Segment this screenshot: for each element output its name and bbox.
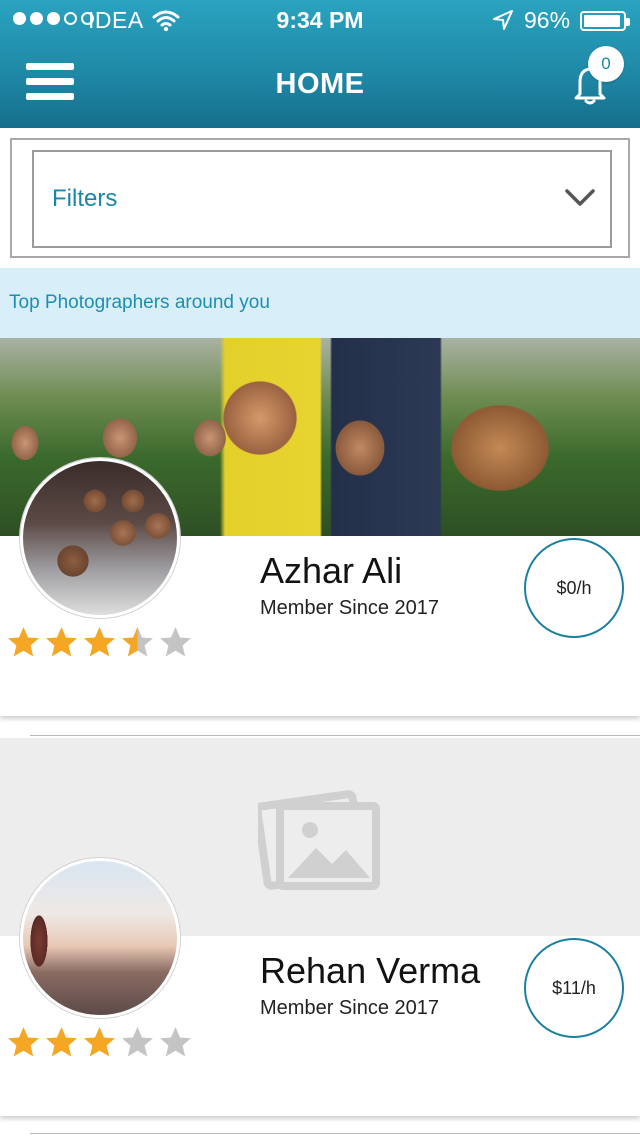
star-icon (8, 627, 39, 657)
filters-dropdown[interactable]: Filters (32, 150, 612, 248)
filters-label: Filters (52, 185, 118, 212)
status-bar: IDEA 9:34 PM 96% (0, 0, 640, 40)
star-icon (46, 627, 77, 657)
battery-level (584, 15, 620, 27)
notification-count-badge: 0 (588, 46, 624, 82)
star-rating (6, 625, 193, 660)
star-icon (84, 627, 115, 657)
star-icon (122, 1027, 153, 1057)
image-placeholder-icon (253, 786, 382, 895)
section-title: Top Photographers around you (9, 292, 270, 313)
member-since: Member Since 2017 (260, 597, 439, 619)
divider (30, 1133, 640, 1134)
star-rating (6, 1025, 193, 1060)
star-icon (8, 1027, 39, 1057)
photographer-name: Rehan Verma (260, 950, 481, 991)
member-since: Member Since 2017 (260, 997, 439, 1019)
battery-icon (580, 11, 630, 31)
photographer-card[interactable]: Azhar Ali Member Since 2017 $0/h (0, 338, 640, 716)
battery-percent: 96% (524, 7, 571, 33)
hourly-rate-badge[interactable]: $11/h (524, 938, 624, 1038)
star-icon (160, 627, 191, 657)
filters-container: Filters (10, 138, 630, 258)
star-icon (46, 1027, 77, 1057)
hourly-rate-badge[interactable]: $0/h (524, 538, 624, 638)
chevron-down-icon (564, 187, 596, 214)
avatar (20, 458, 180, 618)
page-title: HOME (275, 68, 365, 100)
photographer-card[interactable]: Rehan Verma Member Since 2017 $11/h (0, 738, 640, 1116)
section-header: Top Photographers around you (0, 268, 640, 338)
location-arrow-icon (492, 9, 514, 37)
app-header: IDEA 9:34 PM 96% HOME 0 (0, 0, 640, 128)
star-icon (160, 1027, 191, 1057)
divider (30, 735, 640, 736)
photographer-name: Azhar Ali (260, 550, 403, 591)
star-icon (84, 1027, 115, 1057)
star-icon (122, 627, 153, 657)
avatar (20, 858, 180, 1018)
